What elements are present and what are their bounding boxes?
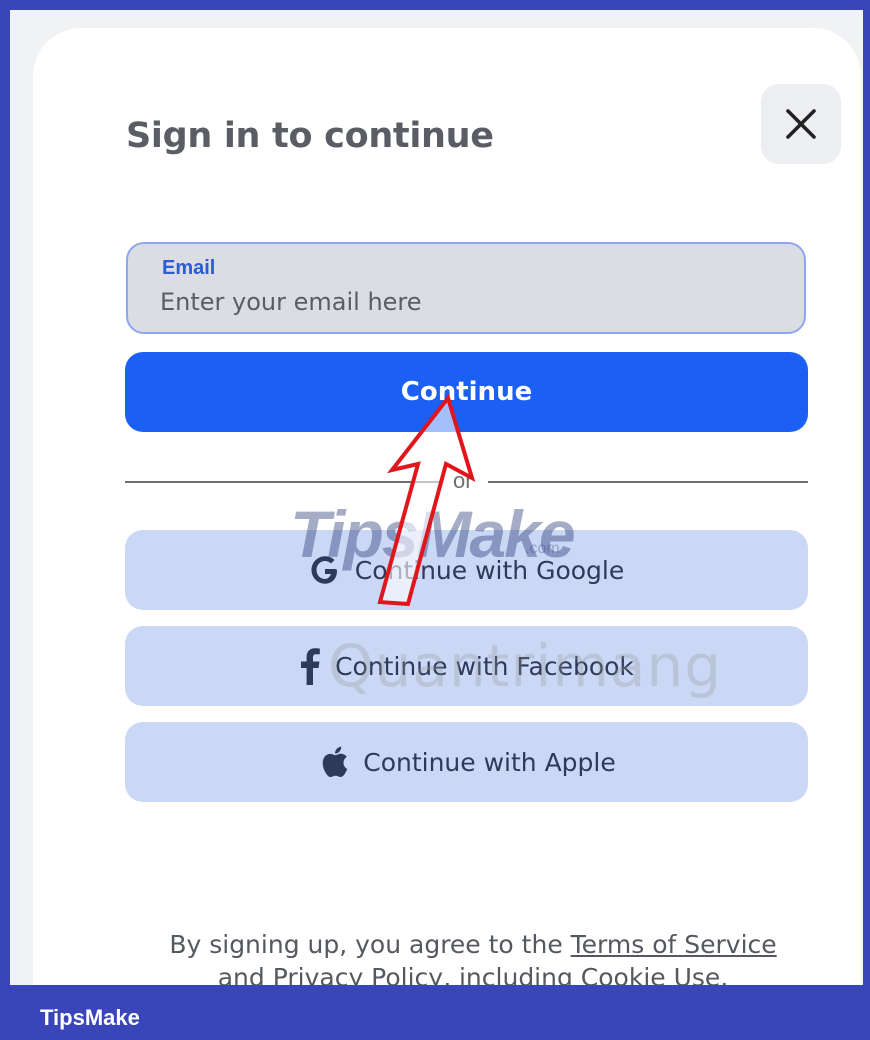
divider-line-right (488, 481, 808, 483)
close-button[interactable] (761, 84, 841, 164)
cookie-use-link[interactable]: Cookie Use (581, 963, 721, 985)
tipsmake-watermark-suffix: .com (525, 540, 560, 557)
footer-brand: TipsMake (40, 1005, 140, 1030)
annotation-arrow-icon (377, 393, 476, 607)
apple-button-label: Continue with Apple (363, 747, 616, 777)
legal-text: By signing up, you agree to the Terms of… (93, 928, 853, 985)
close-icon (786, 109, 816, 139)
email-input[interactable] (160, 284, 760, 320)
terms-of-service-link[interactable]: Terms of Service (571, 930, 777, 959)
dialog-title: Sign in to continue (126, 116, 494, 156)
legal-middle: , including (443, 963, 581, 985)
legal-suffix: . (720, 963, 729, 985)
legal-prefix: By signing up, you agree to the (169, 930, 571, 959)
apple-button[interactable]: Continue with Apple (125, 722, 808, 802)
legal-and: and (217, 963, 273, 985)
screenshot-canvas: Sign in to continue Email Continue or Co… (10, 10, 863, 985)
privacy-policy-link[interactable]: Privacy Policy (273, 963, 443, 985)
email-field[interactable]: Email (126, 242, 806, 334)
email-label: Email (162, 257, 216, 279)
quantrimang-watermark: Quantrimang (328, 632, 723, 700)
apple-icon (322, 746, 348, 778)
facebook-icon (301, 648, 320, 685)
